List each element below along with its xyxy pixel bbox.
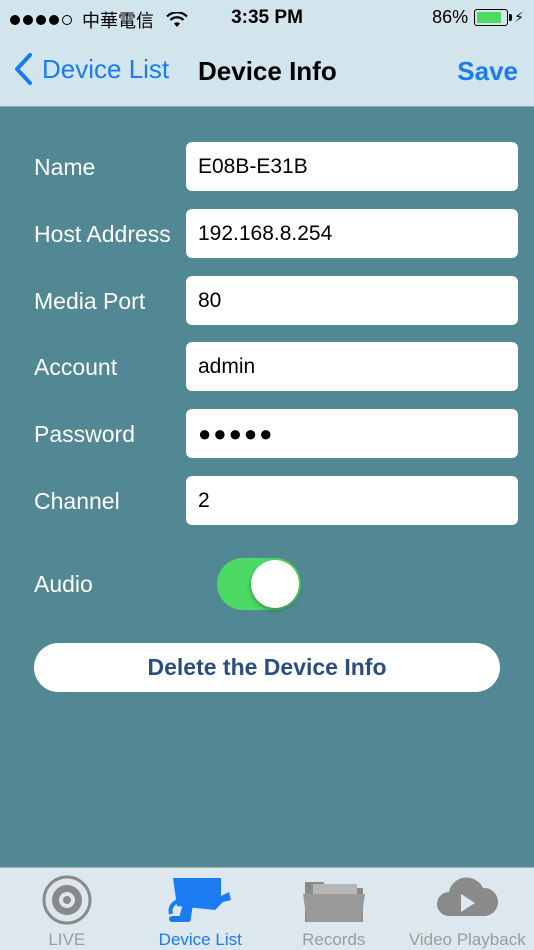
audio-label: Audio: [34, 571, 93, 597]
password-label: Password: [34, 421, 135, 447]
media-port-label: Media Port: [34, 288, 146, 314]
live-icon: [42, 875, 92, 924]
media-port-row: Media Port 80: [0, 276, 534, 326]
cloud-play-icon: [437, 877, 499, 916]
account-row: Account admin: [0, 342, 534, 392]
channel-row: Channel 2: [0, 476, 534, 526]
status-right: 86% ⚡: [432, 7, 524, 28]
audio-toggle[interactable]: [217, 558, 301, 610]
status-bar: 中華電信 3:35 PM 86% ⚡: [0, 0, 534, 36]
header: 中華電信 3:35 PM 86% ⚡ Device List Device In…: [0, 0, 534, 107]
channel-field[interactable]: 2: [186, 476, 518, 525]
channel-label: Channel: [34, 488, 120, 514]
charging-icon: ⚡: [514, 9, 524, 25]
host-address-field[interactable]: 192.168.8.254: [186, 209, 518, 258]
tab-bar: LIVE Device List Records Video Playback: [0, 867, 534, 950]
chevron-left-icon: [15, 53, 32, 85]
back-button-label: Device List: [42, 53, 170, 84]
back-button[interactable]: Device List: [12, 52, 169, 86]
battery-percent: 86%: [432, 7, 469, 27]
nav-bar: Device List Device Info Save: [0, 44, 534, 98]
toggle-knob: [251, 560, 299, 608]
battery-fill: [477, 12, 502, 23]
name-label: Name: [34, 154, 96, 180]
account-label: Account: [34, 354, 118, 380]
tab-device-list[interactable]: Device List: [134, 868, 268, 950]
delete-device-button[interactable]: Delete the Device Info: [34, 643, 500, 692]
name-field[interactable]: E08B-E31B: [186, 142, 518, 191]
password-field[interactable]: ●●●●●: [186, 409, 518, 458]
host-address-label: Host Address: [34, 221, 171, 247]
camera-icon: [168, 877, 232, 922]
folder-icon: [302, 881, 365, 922]
host-address-row: Host Address 192.168.8.254: [0, 209, 534, 259]
battery-icon: [474, 9, 513, 26]
tab-video-playback[interactable]: Video Playback: [401, 868, 534, 950]
password-row: Password ●●●●●: [0, 409, 534, 459]
tab-live[interactable]: LIVE: [0, 868, 134, 950]
page-title: Device Info: [198, 56, 337, 86]
save-button[interactable]: Save: [457, 56, 518, 87]
name-row: Name E08B-E31B: [0, 142, 534, 192]
tab-live-label: LIVE: [48, 930, 86, 949]
tab-device-list-label: Device List: [158, 930, 242, 949]
account-field[interactable]: admin: [186, 342, 518, 391]
tab-records[interactable]: Records: [267, 868, 401, 950]
tab-records-label: Records: [302, 930, 366, 949]
tab-video-playback-label: Video Playback: [408, 930, 526, 949]
media-port-field[interactable]: 80: [186, 276, 518, 325]
